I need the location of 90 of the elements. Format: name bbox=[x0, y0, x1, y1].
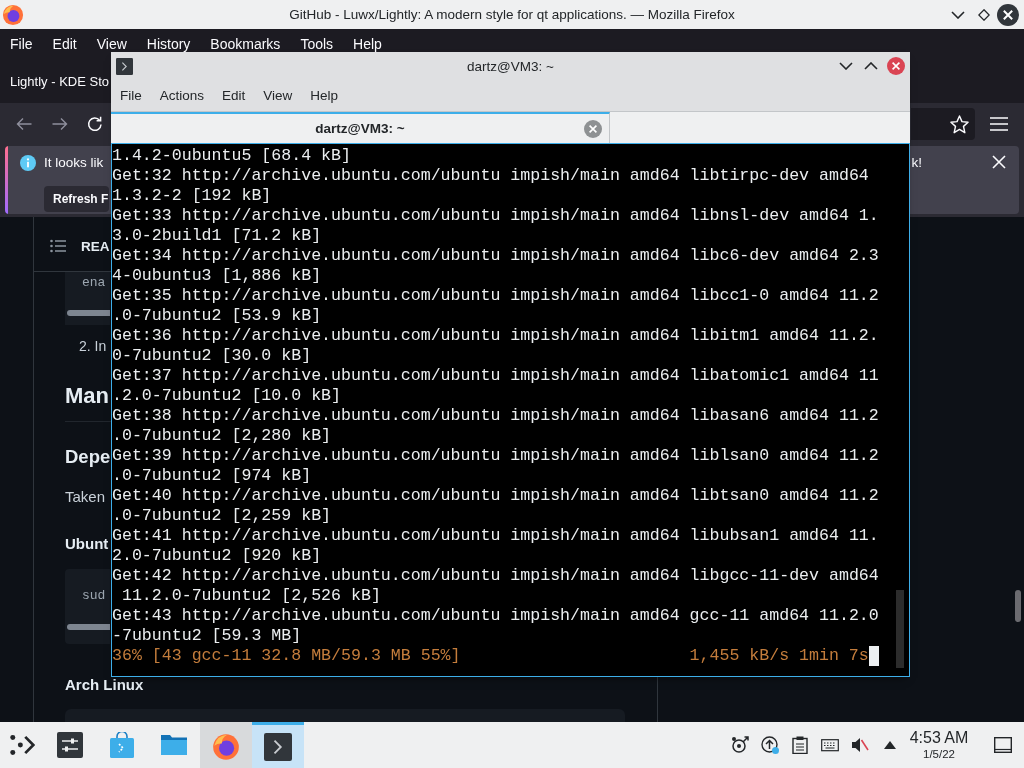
window-title: GitHub - Luwx/Lightly: A modern style for qt applications. — Mozilla Firefox bbox=[289, 7, 735, 22]
info-icon bbox=[20, 155, 36, 171]
scrollbar-thumb[interactable] bbox=[896, 590, 904, 668]
caret-up-icon[interactable] bbox=[884, 741, 896, 749]
menu-item[interactable]: View bbox=[254, 86, 302, 105]
menu-item[interactable]: View bbox=[86, 36, 137, 52]
terminal-line: 11.2.0-7ubuntu2 [2,526 kB] bbox=[120, 586, 381, 606]
terminal-line: .0-7ubuntu2 [974 kB] bbox=[112, 466, 312, 486]
task-button[interactable] bbox=[252, 722, 304, 768]
close-icon[interactable] bbox=[992, 155, 1006, 169]
terminal-icon[interactable] bbox=[116, 57, 133, 75]
transfer-rate: 1,455 kB/s 1min 7s bbox=[689, 646, 869, 666]
browser-tab[interactable]: Lightly - KDE Sto bbox=[10, 73, 109, 89]
terminal-line: Get:41 http://archive.ubuntu.com/ubuntu impish/main amd64 libubsan1 amd64 11. bbox=[112, 526, 879, 546]
menu-item[interactable]: Bookmarks bbox=[200, 36, 291, 52]
terminal-icon bbox=[264, 732, 292, 761]
list-item-text: 2. In bbox=[79, 337, 107, 355]
clipboard-icon[interactable] bbox=[791, 736, 809, 754]
screen-icon[interactable] bbox=[994, 737, 1012, 753]
minor-heading: Ubunt bbox=[65, 537, 109, 551]
terminal-line: Get:36 http://archive.ubuntu.com/ubuntu impish/main amd64 libitm1 amd64 11.2. bbox=[112, 326, 879, 346]
arrow-up-circle-icon[interactable] bbox=[761, 736, 779, 754]
browser-icon bbox=[212, 732, 240, 761]
terminal-line: Get:43 http://archive.ubuntu.com/ubuntu impish/main amd64 gcc-11 amd64 11.2.0 bbox=[112, 606, 879, 626]
code-text: sud bbox=[82, 587, 107, 605]
clock-time: 4:53 AM bbox=[909, 729, 969, 747]
terminal-line: .0-7ubuntu2 [53.9 kB] bbox=[112, 306, 322, 326]
code-text: ena bbox=[82, 274, 107, 292]
text-cursor bbox=[868, 646, 879, 666]
terminal-line: Get:33 http://archive.ubuntu.com/ubuntu impish/main amd64 libnsl-dev amd64 1. bbox=[112, 206, 879, 226]
terminal-tab[interactable]: dartz@VM3: ~ bbox=[111, 112, 610, 143]
progress-status: 36% [43 gcc-11 32.8 MB/59.3 MB 55%] bbox=[112, 646, 461, 666]
clock-date: 1/5/22 bbox=[923, 747, 955, 761]
scrollbar-thumb[interactable] bbox=[67, 624, 110, 630]
terminal-line: Get:42 http://archive.ubuntu.com/ubuntu impish/main amd64 libgcc-11-dev amd64 bbox=[112, 566, 879, 586]
terminal-line: Get:38 http://archive.ubuntu.com/ubuntu impish/main amd64 libasan6 amd64 11.2 bbox=[112, 406, 879, 426]
window-title: dartz@VM3: ~ bbox=[467, 58, 554, 74]
menu-item[interactable]: Help bbox=[301, 86, 348, 105]
menu-item[interactable]: Help bbox=[343, 36, 392, 52]
paragraph-text: Taken bbox=[65, 487, 106, 507]
sliders-icon[interactable] bbox=[57, 732, 83, 758]
terminal-line: 0-7ubuntu2 [30.0 kB] bbox=[112, 346, 312, 366]
terminal-line: .0-7ubuntu2 [2,259 kB] bbox=[112, 506, 332, 526]
notification-text: k! bbox=[911, 154, 922, 172]
chevron-down-icon[interactable] bbox=[951, 10, 965, 19]
star-icon[interactable] bbox=[950, 114, 969, 134]
terminal-line: 4-0ubuntu3 [1,886 kB] bbox=[112, 266, 322, 286]
terminal-line: 1.3.2-2 [192 kB] bbox=[112, 186, 272, 206]
subsection-heading: Depe bbox=[65, 445, 111, 469]
terminal-line: 1.4.2-0ubuntu5 [68.4 kB] bbox=[112, 146, 351, 166]
terminal-line: -7ubuntu2 [59.3 MB] bbox=[112, 626, 302, 646]
terminal-line: 3.0-2build1 [71.2 kB] bbox=[112, 226, 322, 246]
bag-icon[interactable] bbox=[109, 732, 135, 758]
terminal-line: Get:40 http://archive.ubuntu.com/ubuntu impish/main amd64 libtsan0 amd64 11.2 bbox=[112, 486, 879, 506]
url-field[interactable] bbox=[911, 108, 975, 140]
launcher-icon[interactable] bbox=[9, 732, 35, 758]
diamond-icon[interactable] bbox=[978, 8, 990, 21]
notification-text: It looks lik bbox=[44, 154, 104, 172]
chevron-up-icon[interactable] bbox=[864, 62, 878, 70]
terminal-line: Get:37 http://archive.ubuntu.com/ubuntu impish/main amd64 libatomic1 amd64 11 bbox=[112, 366, 879, 386]
minor-heading: Arch Linux bbox=[65, 678, 144, 692]
terminal-line: Get:39 http://archive.ubuntu.com/ubuntu impish/main amd64 liblsan0 amd64 11.2 bbox=[112, 446, 879, 466]
list-icon[interactable] bbox=[50, 239, 66, 253]
terminal-line: 2.0-7ubuntu2 [920 kB] bbox=[112, 546, 322, 566]
menu-item[interactable]: File bbox=[0, 36, 43, 52]
terminal-line: Get:32 http://archive.ubuntu.com/ubuntu impish/main amd64 libtirpc-dev amd64 bbox=[112, 166, 869, 186]
refresh-button[interactable]: Refresh F bbox=[44, 186, 110, 212]
terminal-line: .2.0-7ubuntu2 [10.0 kB] bbox=[112, 386, 342, 406]
terminal-line: Get:34 http://archive.ubuntu.com/ubuntu impish/main amd64 libc6-dev amd64 2.3 bbox=[112, 246, 879, 266]
folder-icon[interactable] bbox=[161, 732, 187, 758]
browser-icon bbox=[2, 3, 24, 26]
keyboard-icon[interactable] bbox=[821, 736, 839, 754]
close-icon[interactable] bbox=[997, 3, 1019, 26]
menu-item[interactable]: Edit bbox=[42, 36, 87, 52]
scrollbar-thumb[interactable] bbox=[1015, 590, 1021, 622]
section-heading: Man bbox=[65, 382, 109, 410]
menu-item[interactable]: Actions bbox=[150, 86, 214, 105]
menu-icon[interactable] bbox=[990, 117, 1008, 131]
terminal-line: Get:35 http://archive.ubuntu.com/ubuntu impish/main amd64 libcc1-0 amd64 11.2 bbox=[112, 286, 879, 306]
task-button[interactable] bbox=[200, 722, 252, 768]
terminal-line: .0-7ubuntu2 [2,280 kB] bbox=[112, 426, 332, 446]
chevron-down-icon[interactable] bbox=[839, 62, 853, 70]
speaker-muted-icon[interactable] bbox=[851, 736, 869, 754]
menu-item[interactable]: Tools bbox=[290, 36, 344, 52]
menu-item[interactable]: File bbox=[111, 86, 151, 105]
menu-item[interactable]: History bbox=[136, 36, 201, 52]
scrollbar-thumb[interactable] bbox=[67, 310, 110, 316]
readme-title: REA bbox=[81, 238, 110, 254]
reload-icon[interactable] bbox=[87, 116, 103, 132]
menu-item[interactable]: Edit bbox=[213, 86, 255, 105]
